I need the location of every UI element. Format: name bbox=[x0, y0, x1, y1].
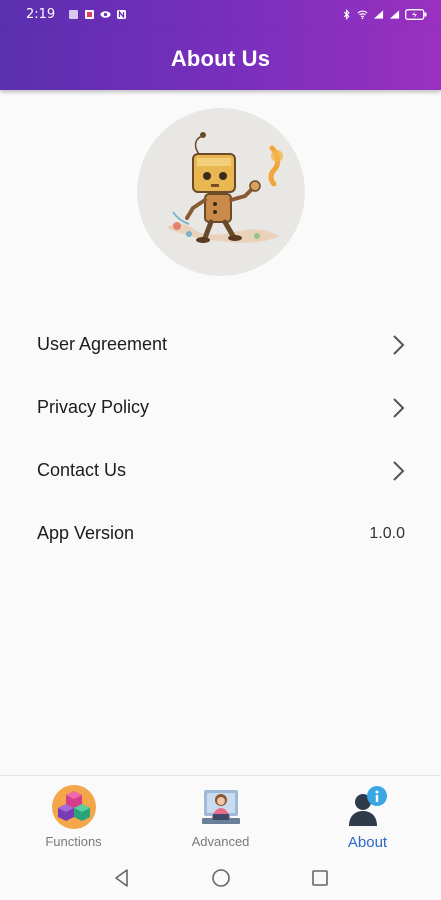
nav-about[interactable]: About bbox=[294, 776, 441, 855]
app-version-item: App Version 1.0.0 bbox=[0, 502, 441, 565]
bluetooth-icon bbox=[343, 8, 350, 20]
system-nav-bar bbox=[0, 855, 441, 900]
status-bar: 2:19 bbox=[0, 0, 441, 28]
person-laptop-icon bbox=[201, 790, 240, 824]
chevron-right-icon bbox=[393, 334, 405, 355]
menu-item-label: Contact Us bbox=[37, 460, 127, 480]
status-right bbox=[341, 8, 427, 20]
back-icon[interactable] bbox=[111, 867, 133, 889]
user-agreement-item[interactable]: User Agreement bbox=[0, 313, 441, 376]
signal-icon bbox=[373, 9, 384, 19]
notification-icon bbox=[85, 9, 95, 19]
chevron-right-icon bbox=[393, 460, 405, 481]
status-left: 2:19 bbox=[26, 7, 127, 22]
robot-illustration bbox=[167, 132, 283, 243]
user-info-icon bbox=[348, 786, 387, 826]
wifi-icon bbox=[357, 10, 368, 19]
nfc-icon bbox=[117, 9, 127, 19]
cubes-icon bbox=[51, 785, 96, 829]
nav-functions[interactable]: Functions bbox=[0, 776, 147, 855]
bottom-nav: Functions Advanced About bbox=[0, 775, 441, 855]
home-icon[interactable] bbox=[210, 867, 232, 889]
signal-icon-2 bbox=[389, 9, 400, 19]
privacy-policy-item[interactable]: Privacy Policy bbox=[0, 376, 441, 439]
menu-item-label: Privacy Policy bbox=[37, 397, 150, 417]
status-time: 2:19 bbox=[26, 6, 56, 22]
eye-icon bbox=[100, 10, 111, 18]
battery-icon bbox=[405, 8, 427, 20]
about-menu: User Agreement Privacy Policy Contact Us… bbox=[0, 313, 441, 565]
chevron-right-icon bbox=[393, 397, 405, 418]
nav-label: Advanced bbox=[191, 834, 250, 849]
nav-label: About bbox=[347, 834, 388, 851]
nav-label: Functions bbox=[45, 834, 102, 849]
app-version-label: App Version bbox=[37, 523, 135, 543]
gallery-icon bbox=[69, 9, 79, 19]
menu-item-label: User Agreement bbox=[37, 334, 168, 354]
app-logo bbox=[137, 108, 305, 276]
page-title: About Us bbox=[170, 46, 271, 71]
app-version-value: 1.0.0 bbox=[369, 524, 405, 542]
contact-us-item[interactable]: Contact Us bbox=[0, 439, 441, 502]
recents-icon[interactable] bbox=[309, 867, 331, 889]
app-bar: About Us bbox=[0, 28, 441, 90]
nav-advanced[interactable]: Advanced bbox=[147, 776, 294, 855]
